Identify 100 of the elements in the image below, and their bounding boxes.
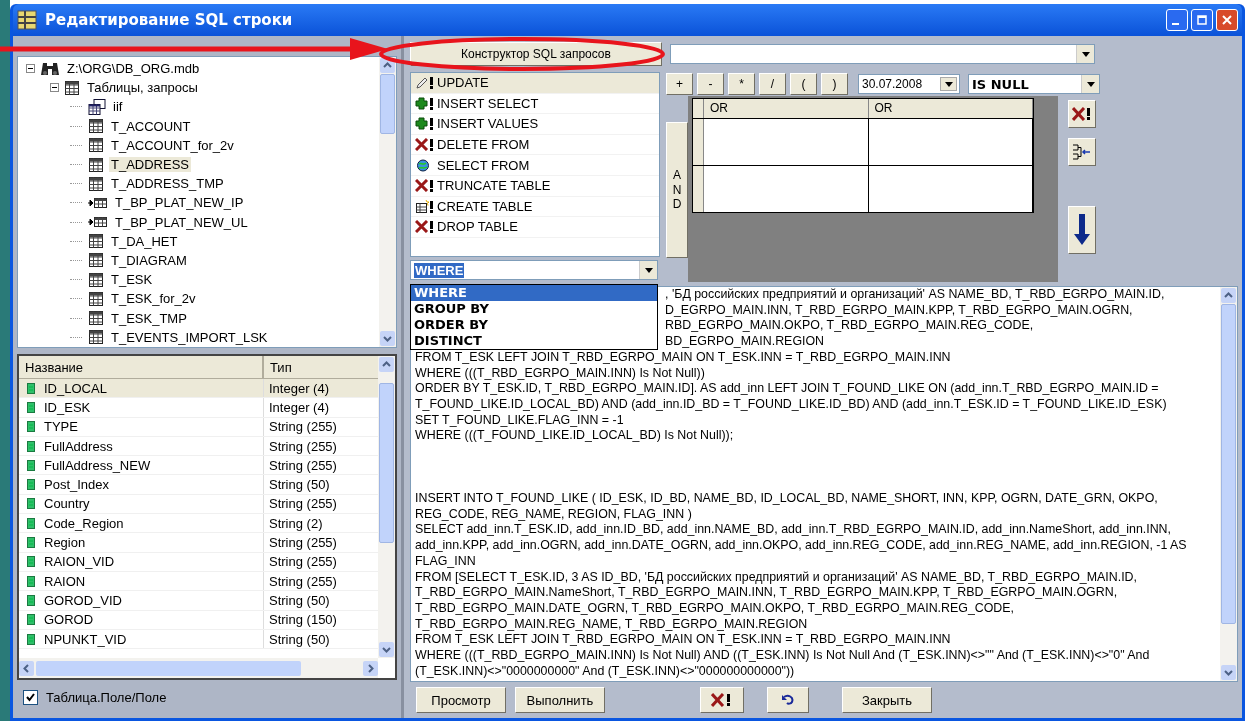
sql-editor[interactable]: [410, 286, 1238, 682]
tree-item[interactable]: T_ESK: [109, 272, 155, 288]
scroll-left-icon[interactable]: [19, 660, 34, 676]
row-header[interactable]: [693, 166, 704, 212]
scroll-up-icon[interactable]: [1221, 288, 1236, 303]
tree-item[interactable]: T_ESK_TMP: [109, 310, 189, 326]
field-icon: [27, 382, 35, 394]
tree-item[interactable]: T_ADDRESS: [109, 157, 192, 173]
dropdown-option[interactable]: WHERE: [411, 285, 657, 301]
arrow-down-icon: [1073, 214, 1091, 246]
scrollbar-thumb[interactable]: [36, 660, 301, 676]
field-row[interactable]: RAION_VID String (255): [19, 552, 378, 572]
tree-item[interactable]: iif: [111, 99, 125, 115]
command-item[interactable]: INSERT SELECT: [411, 93, 659, 115]
sql-line: WHERE (((T_RBD_EGRPO_MAIN.INN) Is Not Null)): [415, 365, 706, 382]
field-row[interactable]: TYPE String (255): [19, 417, 378, 437]
checkbox-label[interactable]: Таблица.Поле/Поле: [46, 690, 167, 705]
query-combo[interactable]: [670, 44, 1095, 64]
condition-combo[interactable]: IS NULL: [968, 74, 1100, 94]
checkbox[interactable]: [23, 690, 38, 705]
field-row[interactable]: GOROD String (150): [19, 610, 378, 630]
tree-item[interactable]: T_ESK_for_2v: [109, 291, 198, 307]
collapse-icon[interactable]: [26, 64, 35, 74]
operator-button[interactable]: /: [759, 73, 786, 95]
table-icon: [88, 290, 104, 307]
dropdown-option[interactable]: ORDER BY: [411, 317, 657, 333]
command-item[interactable]: UPDATE: [411, 73, 659, 94]
operator-button[interactable]: (: [790, 73, 817, 95]
tree-item[interactable]: T_ACCOUNT_for_2v: [109, 137, 236, 153]
scrollbar-thumb[interactable]: [1221, 304, 1236, 624]
dropdown-option[interactable]: DISTINCT: [411, 333, 657, 349]
tree-item[interactable]: T_ACCOUNT: [109, 118, 193, 134]
command-item[interactable]: CREATE TABLE: [411, 196, 659, 218]
tree-item[interactable]: T_DIAGRAM: [109, 252, 189, 268]
scroll-up-icon[interactable]: [379, 357, 394, 372]
clause-combo[interactable]: WHERE: [410, 260, 658, 280]
field-icon: [27, 575, 35, 587]
tree-item[interactable]: T_BP_PLAT_NEW_IP: [113, 195, 246, 211]
tree-item[interactable]: T_DA_HET: [109, 233, 180, 249]
close-button[interactable]: [1216, 9, 1238, 31]
field-row[interactable]: Region String (255): [19, 533, 378, 553]
tool-button[interactable]: [1068, 206, 1096, 254]
date-combo[interactable]: 30.07.2008: [858, 74, 960, 94]
scrollbar-thumb[interactable]: [379, 383, 394, 543]
column-header[interactable]: OR: [704, 99, 869, 118]
field-row[interactable]: ID_ESK Integer (4): [19, 398, 378, 418]
field-row[interactable]: Post_Index String (50): [19, 475, 378, 495]
field-icon: [27, 556, 35, 568]
tool-button[interactable]: [1068, 100, 1096, 128]
tree-item[interactable]: T_EVENTS_IMPORT_LSK: [109, 329, 270, 345]
operator-button[interactable]: *: [728, 73, 755, 95]
scroll-down-icon[interactable]: [1221, 665, 1236, 680]
row-header[interactable]: [693, 119, 704, 165]
tool-button[interactable]: [1068, 138, 1096, 166]
operator-button[interactable]: +: [666, 73, 693, 95]
dialog-button[interactable]: Просмотр: [416, 687, 506, 713]
field-type: String (255): [269, 496, 337, 512]
dropdown-option[interactable]: GROUP BY: [411, 301, 657, 317]
scrollbar[interactable]: [1220, 287, 1237, 681]
field-row[interactable]: Code_Region String (2): [19, 514, 378, 534]
field-row[interactable]: NPUNKT_VID String (50): [19, 629, 378, 650]
undo-button[interactable]: [767, 687, 809, 713]
minimize-button[interactable]: [1166, 9, 1188, 31]
table-icon: [88, 175, 104, 192]
tree-item[interactable]: T_ADDRESS_TMP: [109, 176, 226, 192]
scroll-down-icon[interactable]: [380, 331, 395, 346]
scrollbar[interactable]: [379, 57, 396, 347]
command-item[interactable]: INSERT VALUES: [411, 114, 659, 135]
horizontal-scrollbar[interactable]: [19, 658, 378, 678]
dropdown-arrow-icon: [1081, 51, 1090, 57]
scroll-right-icon[interactable]: [363, 660, 378, 676]
clear-button[interactable]: [700, 687, 744, 713]
dialog-button[interactable]: Закрыть: [842, 687, 932, 713]
field-row[interactable]: FullAddress String (255): [19, 436, 378, 457]
field-row[interactable]: RAION String (255): [19, 571, 378, 592]
column-header[interactable]: Тип: [264, 356, 364, 378]
clause-value: WHERE: [414, 262, 465, 278]
dialog-button[interactable]: Выполнить: [515, 687, 605, 713]
scrollbar-thumb[interactable]: [380, 74, 395, 134]
field-row[interactable]: FullAddress_NEW String (255): [19, 456, 378, 476]
field-row[interactable]: Country String (255): [19, 494, 378, 515]
maximize-button[interactable]: [1191, 9, 1213, 31]
and-button[interactable]: AND: [666, 122, 688, 258]
command-item[interactable]: DROP TABLE: [411, 217, 659, 238]
column-header[interactable]: OR: [868, 99, 1033, 118]
tree-item[interactable]: T_BP_PLAT_NEW_UL: [113, 214, 250, 230]
field-row[interactable]: ID_LOCAL Integer (4): [19, 379, 378, 399]
command-item[interactable]: DELETE FROM: [411, 134, 659, 156]
table-icon: [88, 252, 104, 269]
command-label: TRUNCATE TABLE: [437, 178, 551, 194]
tree-item[interactable]: Таблицы, запросы: [85, 80, 200, 96]
field-row[interactable]: GOROD_VID String (50): [19, 591, 378, 611]
command-item[interactable]: SELECT FROM: [411, 155, 659, 176]
collapse-icon[interactable]: [50, 83, 59, 93]
scrollbar[interactable]: [378, 356, 395, 658]
command-item[interactable]: TRUNCATE TABLE: [411, 175, 659, 197]
scroll-down-icon[interactable]: [379, 642, 394, 657]
operator-button[interactable]: ): [821, 73, 848, 95]
tree-item[interactable]: Z:\ORG\DB_ORG.mdb: [65, 61, 202, 77]
operator-button[interactable]: -: [697, 73, 724, 95]
